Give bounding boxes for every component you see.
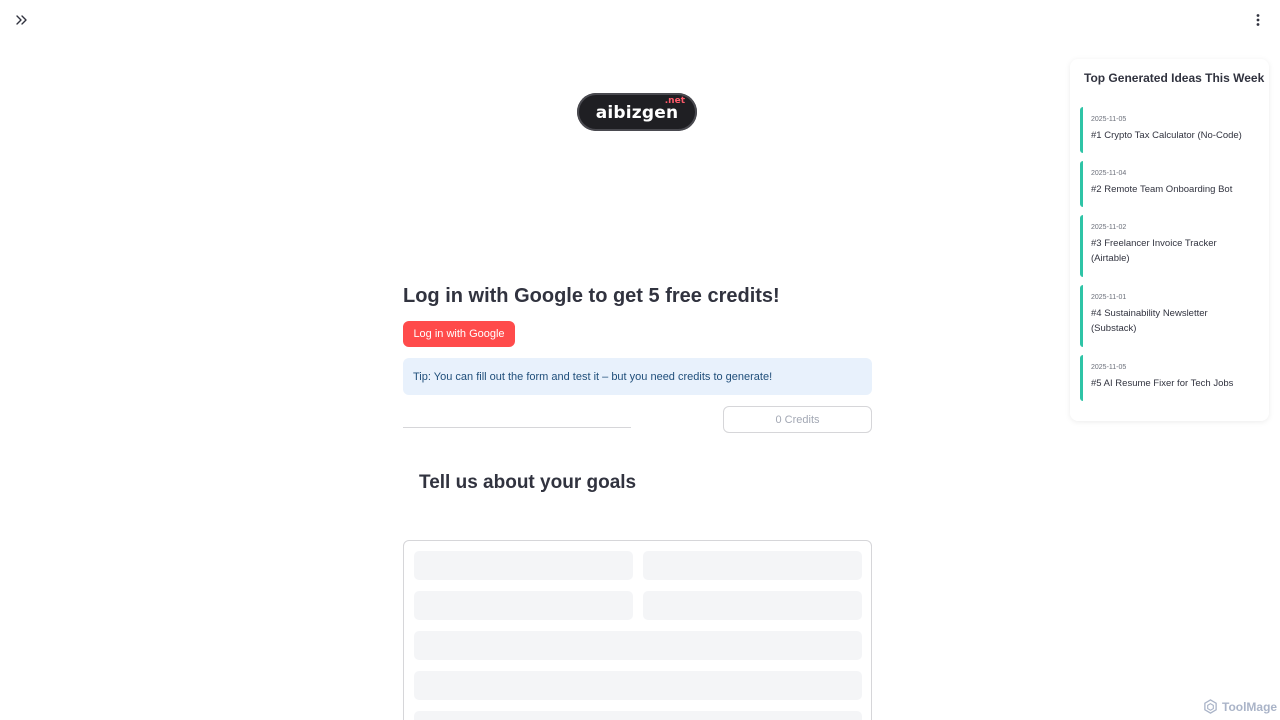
idea-item[interactable]: 2025-11-02 #3 Freelancer Invoice Tracker… xyxy=(1080,215,1255,277)
main-menu-button[interactable] xyxy=(1246,8,1270,32)
idea-date: 2025-11-05 xyxy=(1091,364,1127,371)
idea-name: #3 Freelancer Invoice Tracker (Airtable) xyxy=(1091,238,1217,264)
idea-item[interactable]: 2025-11-05 #5 AI Resume Fixer for Tech J… xyxy=(1080,355,1255,401)
form-field-placeholder xyxy=(414,671,862,700)
tip-text: Tip: You can fill out the form and test … xyxy=(413,370,773,383)
form-field-placeholder xyxy=(414,591,633,620)
idea-item[interactable]: 2025-11-04 #2 Remote Team Onboarding Bot xyxy=(1080,161,1255,207)
toolmage-logo-icon xyxy=(1204,699,1217,714)
watermark: ToolMage xyxy=(1203,699,1277,714)
form-field-placeholder xyxy=(643,591,862,620)
watermark-text: ToolMage xyxy=(1222,699,1278,714)
top-ideas-panel: Top Generated Ideas This Week 2025-11-05… xyxy=(1070,59,1269,421)
brand-logo: aibizgen .net xyxy=(577,93,697,131)
form-field-placeholder xyxy=(643,551,862,580)
idea-date: 2025-11-02 xyxy=(1091,224,1127,231)
idea-date: 2025-11-04 xyxy=(1091,170,1127,177)
idea-name: #1 Crypto Tax Calculator (No-Code) xyxy=(1091,130,1242,141)
credits-display: 0 Credits xyxy=(723,406,872,433)
logo-suffix: .net xyxy=(664,96,685,106)
idea-name: #4 Sustainability Newsletter (Substack) xyxy=(1091,308,1208,334)
goals-form xyxy=(403,540,872,720)
double-chevron-right-icon xyxy=(16,15,27,25)
vertical-dots-icon xyxy=(1256,14,1260,26)
logo-text: aibizgen xyxy=(595,103,679,123)
tip-alert: Tip: You can fill out the form and test … xyxy=(403,358,872,395)
expand-sidebar-button[interactable] xyxy=(10,8,34,32)
goals-heading: Tell us about your goals xyxy=(419,472,637,493)
idea-date: 2025-11-05 xyxy=(1091,116,1127,123)
divider-line xyxy=(403,427,631,428)
login-heading: Log in with Google to get 5 free credits… xyxy=(403,285,780,307)
form-field-placeholder xyxy=(414,551,633,580)
form-field-placeholder xyxy=(414,631,862,660)
idea-date: 2025-11-01 xyxy=(1091,294,1127,301)
form-field-placeholder xyxy=(414,711,862,720)
idea-item[interactable]: 2025-11-05 #1 Crypto Tax Calculator (No-… xyxy=(1080,107,1255,153)
google-login-button[interactable]: Log in with Google xyxy=(403,321,515,347)
credits-label: 0 Credits xyxy=(775,413,820,426)
idea-name: #2 Remote Team Onboarding Bot xyxy=(1091,184,1233,195)
app-page: aibizgen .net Log in with Google to get … xyxy=(0,0,1280,720)
idea-name: #5 AI Resume Fixer for Tech Jobs xyxy=(1091,378,1234,389)
top-ideas-title: Top Generated Ideas This Week xyxy=(1084,71,1265,85)
idea-item[interactable]: 2025-11-01 #4 Sustainability Newsletter … xyxy=(1080,285,1255,347)
